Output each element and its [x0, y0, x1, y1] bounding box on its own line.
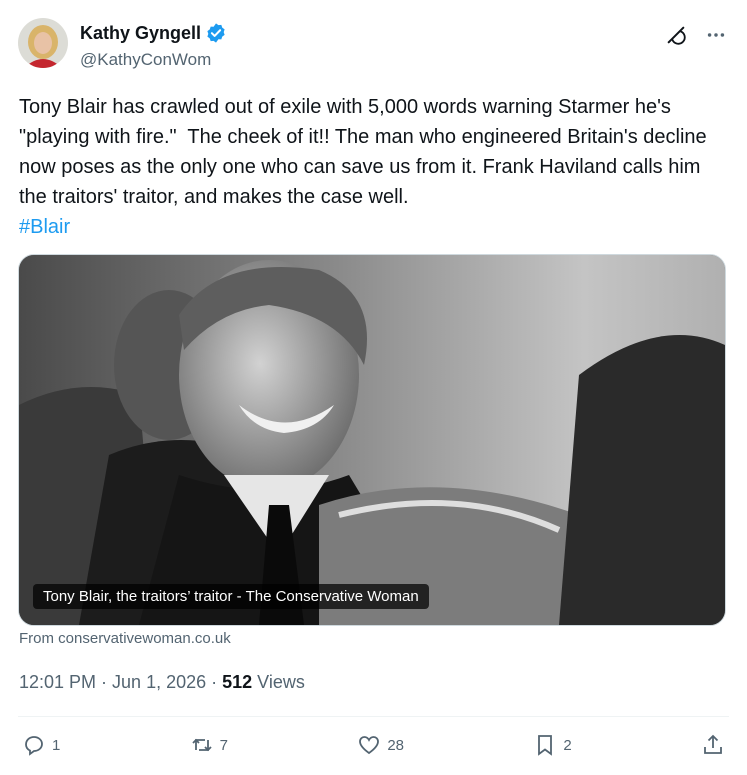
like-button[interactable]: 28: [357, 733, 404, 757]
bookmark-button[interactable]: 2: [533, 733, 572, 757]
share-icon: [704, 734, 722, 754]
reply-icon: [25, 736, 43, 756]
link-card-image: [19, 255, 725, 625]
meta-separator: ·: [96, 672, 113, 692]
grok-icon[interactable]: [665, 24, 687, 46]
repost-icon: [192, 738, 212, 752]
views-label: Views: [252, 672, 305, 692]
reply-button[interactable]: 1: [22, 733, 60, 757]
hashtag-link[interactable]: #Blair: [19, 216, 70, 238]
author-name-text[interactable]: Kathy Gyngell: [80, 23, 201, 44]
action-bar: 1 7 28 2: [22, 733, 725, 757]
link-card-title[interactable]: Tony Blair, the traitors’ traitor - The …: [33, 584, 429, 609]
link-card-source[interactable]: From conservativewoman.co.uk: [19, 630, 231, 647]
like-count: 28: [387, 736, 404, 754]
divider: [18, 716, 729, 717]
tweet-time[interactable]: 12:01 PM: [19, 672, 96, 692]
tweet-body: Tony Blair has crawled out of exile with…: [19, 96, 713, 208]
reply-count: 1: [52, 736, 61, 754]
verified-badge-icon: [207, 23, 225, 43]
author-avatar[interactable]: [18, 18, 68, 68]
repost-button[interactable]: 7: [190, 733, 228, 757]
bookmark-count: 2: [563, 736, 572, 754]
tweet-text: Tony Blair has crawled out of exile with…: [19, 92, 719, 242]
views-count: 512: [222, 672, 253, 692]
author-handle[interactable]: @KathyConWom: [80, 50, 211, 70]
author-name[interactable]: Kathy Gyngell: [80, 22, 227, 44]
share-button[interactable]: [701, 733, 725, 757]
repost-count: 7: [219, 736, 228, 754]
bookmark-icon: [538, 735, 553, 756]
tweet-top-actions: [665, 24, 727, 46]
more-icon[interactable]: [705, 24, 727, 46]
tweet-meta: 12:01 PM · Jun 1, 2026 · 512 Views: [19, 672, 305, 693]
link-card[interactable]: Tony Blair, the traitors’ traitor - The …: [18, 254, 726, 626]
like-icon: [359, 736, 380, 755]
meta-separator-2: ·: [206, 672, 223, 692]
tweet-date[interactable]: Jun 1, 2026: [112, 672, 206, 692]
